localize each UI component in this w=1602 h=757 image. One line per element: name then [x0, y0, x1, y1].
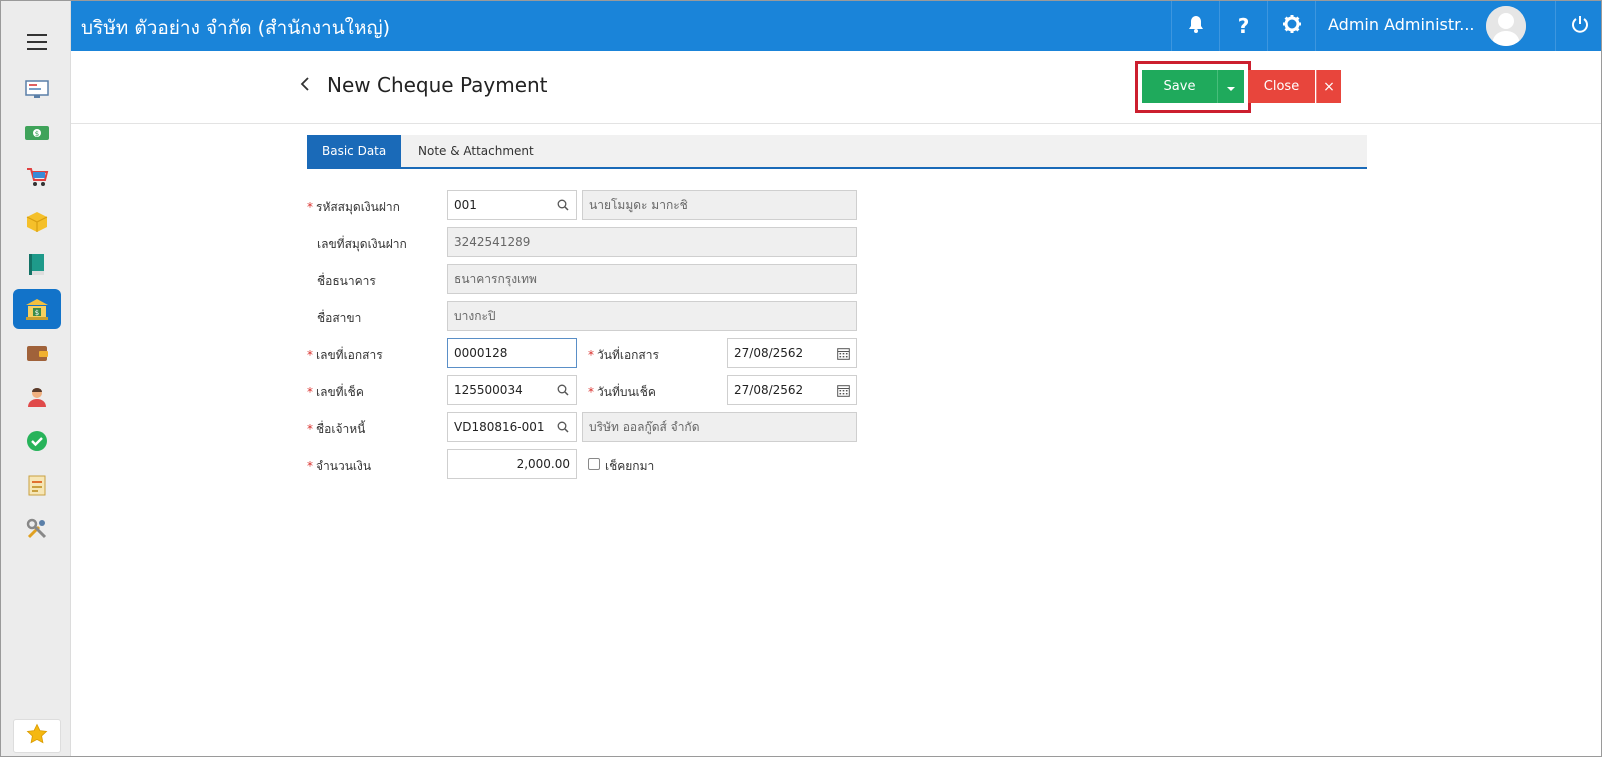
creditor-input[interactable]: VD180816-001	[447, 412, 577, 442]
top-bar: บริษัท ตัวอย่าง จำกัด (สำนักงานใหญ่) ? A…	[71, 1, 1601, 51]
money-icon[interactable]: $	[13, 113, 61, 153]
menu-icon[interactable]	[27, 34, 47, 50]
svg-text:$: $	[35, 130, 39, 138]
user-menu[interactable]: Admin Administr...	[1315, 1, 1555, 51]
wallet-icon[interactable]	[13, 333, 61, 373]
tab-basic-data[interactable]: Basic Data	[307, 135, 402, 167]
bank-icon[interactable]: $	[13, 289, 61, 329]
sidebar: $ $	[1, 1, 71, 756]
cheque-date-input[interactable]: 27/08/2562	[727, 375, 857, 405]
check-circle-icon[interactable]	[13, 421, 61, 461]
cheque-no-input[interactable]: 125500034	[447, 375, 577, 405]
bank-name-field: ธนาคารกรุงเทพ	[447, 264, 857, 294]
doc-no-label: * เลขที่เอกสาร	[307, 348, 383, 362]
creditor-name-field: บริษัท ออลกู๊ดส์ จำกัด	[582, 412, 857, 442]
user-name: Admin Administr...	[1328, 15, 1475, 34]
bank-book-code-label: * รหัสสมุดเงินฝาก	[307, 200, 400, 214]
help-button[interactable]: ?	[1219, 1, 1267, 51]
calendar-icon[interactable]	[836, 383, 850, 397]
bank-name-label: ชื่อธนาคาร	[317, 274, 376, 288]
search-icon[interactable]	[556, 383, 570, 397]
doc-no-input[interactable]: 0000128	[447, 338, 577, 368]
doc-date-input[interactable]: 27/08/2562	[727, 338, 857, 368]
back-icon[interactable]	[299, 76, 311, 96]
svg-text:$: $	[35, 309, 39, 317]
report-icon[interactable]	[13, 465, 61, 505]
gear-icon	[1282, 14, 1302, 38]
cart-icon[interactable]	[13, 157, 61, 197]
dashboard-icon[interactable]	[13, 69, 61, 109]
search-icon[interactable]	[556, 198, 570, 212]
favorite-button[interactable]	[13, 719, 61, 753]
creditor-label: * ชื่อเจ้าหนี้	[307, 422, 366, 436]
tab-note-attachment[interactable]: Note & Attachment	[403, 135, 549, 167]
close-button[interactable]: Close	[1248, 70, 1315, 103]
amount-label: * จำนวนเงิน	[307, 459, 372, 473]
search-icon[interactable]	[556, 420, 570, 434]
amount-input[interactable]: 2,000.00	[447, 449, 577, 479]
calendar-icon[interactable]	[836, 346, 850, 360]
company-name: บริษัท ตัวอย่าง จำกัด (สำนักงานใหญ่)	[81, 17, 391, 39]
forward-cheque-label: เช็คยกมา	[605, 459, 655, 473]
tab-bar: Basic Data Note & Attachment	[307, 135, 1367, 169]
notification-button[interactable]	[1171, 1, 1219, 51]
people-icon[interactable]	[13, 377, 61, 417]
caret-down-icon	[1226, 77, 1236, 96]
power-icon	[1571, 15, 1589, 37]
branch-name-field: บางกะปิ	[447, 301, 857, 331]
bank-book-no-label: เลขที่สมุดเงินฝาก	[317, 237, 407, 251]
logout-button[interactable]	[1555, 1, 1601, 51]
branch-name-label: ชื่อสาขา	[317, 311, 362, 325]
bell-icon	[1188, 15, 1204, 37]
bank-book-name-field: นายโมมูดะ มากะชิ	[582, 190, 857, 220]
save-dropdown-button[interactable]	[1217, 70, 1244, 103]
page-title: New Cheque Payment	[327, 73, 548, 97]
bank-book-code-input[interactable]: 001	[447, 190, 577, 220]
page-header: New Cheque Payment Save Close ×	[71, 51, 1601, 124]
settings-button[interactable]	[1267, 1, 1315, 51]
tools-icon[interactable]	[13, 509, 61, 549]
box-icon[interactable]	[13, 201, 61, 241]
cheque-date-label: * วันที่บนเช็ค	[588, 385, 656, 399]
book-icon[interactable]	[13, 245, 61, 285]
close-x-button[interactable]: ×	[1316, 70, 1341, 103]
star-icon	[26, 723, 48, 749]
avatar	[1486, 6, 1526, 46]
question-icon: ?	[1237, 14, 1250, 38]
cheque-no-label: * เลขที่เช็ค	[307, 385, 364, 399]
bank-book-no-field: 3242541289	[447, 227, 857, 257]
doc-date-label: * วันที่เอกสาร	[588, 348, 659, 362]
forward-cheque-checkbox[interactable]	[588, 458, 600, 470]
app-window: $ $ บริษัท ตัวอย่าง จำกัด (สำนักงานใหญ่)…	[0, 0, 1602, 757]
save-button[interactable]: Save	[1142, 70, 1217, 103]
